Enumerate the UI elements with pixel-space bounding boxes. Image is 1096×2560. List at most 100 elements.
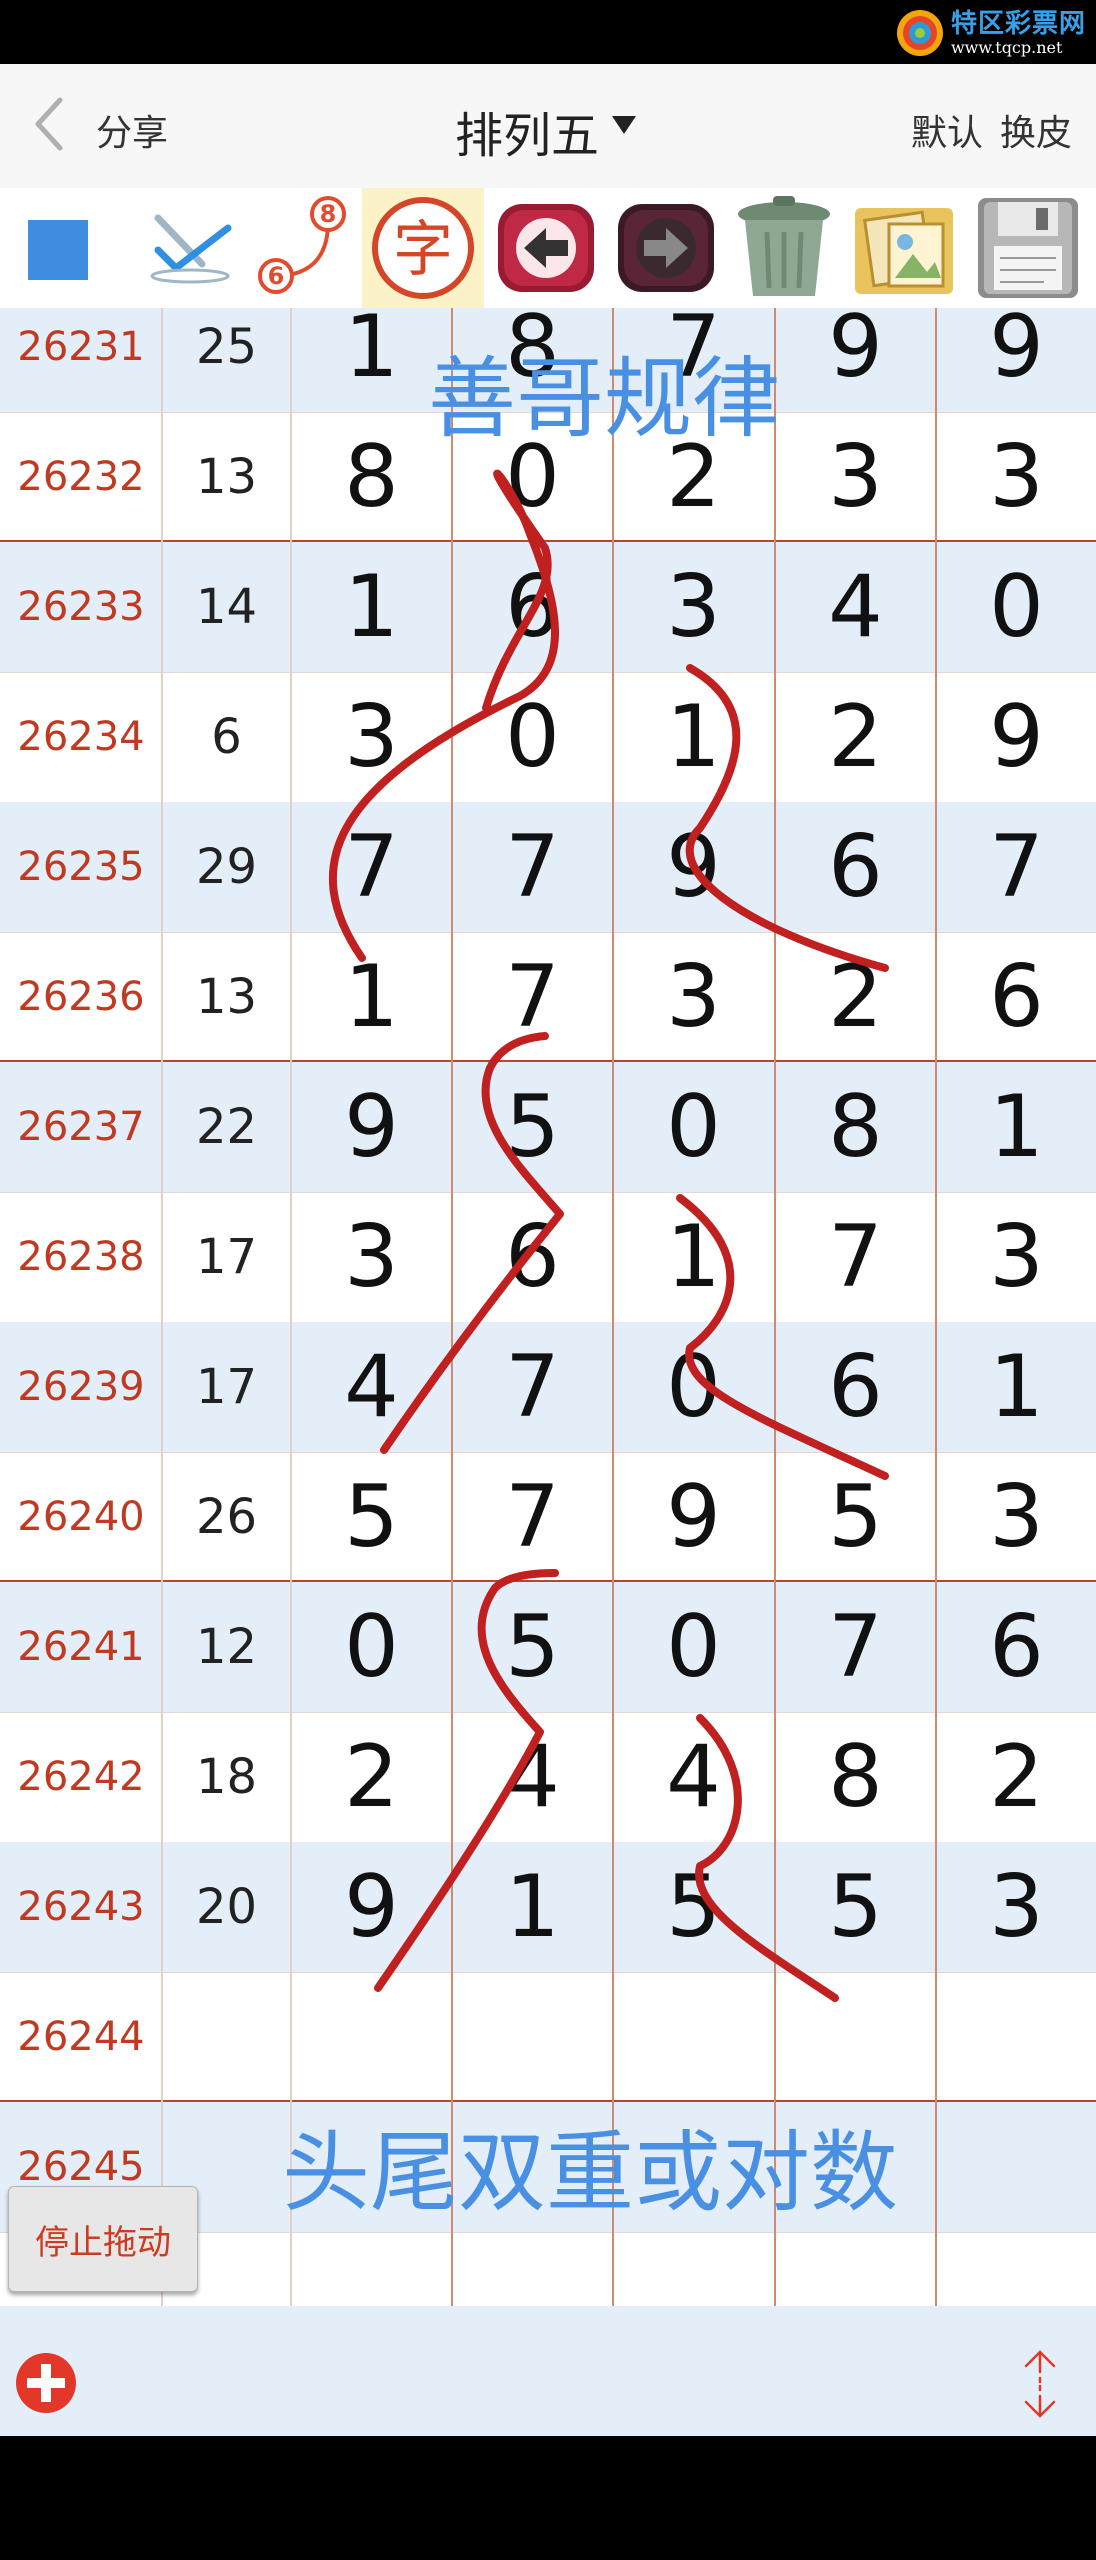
caret-down-icon[interactable] [612, 116, 636, 134]
digit-cell-1[interactable]: 1 [291, 932, 452, 1062]
photo-gallery-icon[interactable] [845, 188, 963, 308]
digit-cell-5[interactable] [936, 2102, 1096, 2232]
digit-cell-4[interactable]: 9 [775, 308, 936, 412]
digit-cell-4[interactable]: 7 [775, 1192, 936, 1322]
digit-cell-4[interactable]: 8 [775, 1712, 936, 1842]
digit-cell-5[interactable]: 7 [936, 802, 1096, 932]
digit-cell-2[interactable] [452, 2232, 613, 2306]
digit-cell-1[interactable]: 9 [291, 1062, 452, 1192]
digit-cell-5[interactable]: 6 [936, 932, 1096, 1062]
digit-cell-4[interactable]: 2 [775, 932, 936, 1062]
column-divider [161, 308, 163, 2306]
digit-cell-5[interactable]: 3 [936, 412, 1096, 542]
digit-cell-1[interactable] [291, 2232, 452, 2306]
digit-cell-4[interactable]: 8 [775, 1062, 936, 1192]
digit-cell-2[interactable]: 6 [452, 1192, 613, 1322]
digit-cell-2[interactable]: 5 [452, 1062, 613, 1192]
digit-cell-4[interactable]: 7 [775, 1582, 936, 1712]
digit-cell-5[interactable]: 3 [936, 1192, 1096, 1322]
digit-cell-2[interactable]: 4 [452, 1712, 613, 1842]
digit-cell-4[interactable]: 3 [775, 412, 936, 542]
digit-cell-5[interactable] [936, 1972, 1096, 2102]
digit-cell-3[interactable]: 9 [613, 802, 774, 932]
chevron-left-icon[interactable] [30, 94, 70, 154]
column-divider [612, 308, 614, 2306]
digit-cell-3[interactable] [613, 2232, 774, 2306]
digit-cell-5[interactable]: 9 [936, 672, 1096, 802]
digit-cell-5[interactable]: 3 [936, 1452, 1096, 1582]
digit-cell-3[interactable]: 0 [613, 1062, 774, 1192]
digit-cell-3[interactable]: 5 [613, 1842, 774, 1972]
system-nav-area [0, 2436, 1096, 2560]
redo-arrow-icon[interactable] [610, 188, 722, 308]
digit-cell-3[interactable] [613, 1972, 774, 2102]
digit-cell-3[interactable]: 0 [613, 1322, 774, 1452]
digit-cell-5[interactable]: 3 [936, 1842, 1096, 1972]
digit-cell-4[interactable]: 4 [775, 542, 936, 672]
issue-number: 26244 [17, 2014, 145, 2060]
digit-cell-4[interactable]: 6 [775, 802, 936, 932]
trash-bin-icon[interactable] [725, 188, 843, 308]
digit-cell-1[interactable]: 1 [291, 542, 452, 672]
digit-cell-4[interactable]: 6 [775, 1322, 936, 1452]
digit-cell-5[interactable] [936, 2232, 1096, 2306]
digit-cell-4[interactable] [775, 1972, 936, 2102]
undo-arrow-icon[interactable] [490, 188, 602, 308]
digit-cell-3[interactable]: 3 [613, 932, 774, 1062]
plus-circle-icon[interactable] [14, 2351, 78, 2415]
digit-cell-2[interactable]: 7 [452, 1452, 613, 1582]
digit-cell-1[interactable]: 7 [291, 802, 452, 932]
digit-cell-1[interactable]: 9 [291, 1842, 452, 1972]
digit-cell-2[interactable]: 1 [452, 1842, 613, 1972]
digit-cell-1[interactable]: 2 [291, 1712, 452, 1842]
site-logo: 特区彩票网 www.tqcp.net [895, 6, 1086, 60]
page-title[interactable]: 排列五 [455, 96, 599, 166]
digit-cell-3[interactable]: 1 [613, 1192, 774, 1322]
digit-cell-4[interactable] [775, 2232, 936, 2306]
digit-cell-5[interactable]: 6 [936, 1582, 1096, 1712]
digit-cell-5[interactable]: 1 [936, 1062, 1096, 1192]
digit-cell-1[interactable]: 3 [291, 672, 452, 802]
digit-cell-4[interactable]: 5 [775, 1452, 936, 1582]
digit-cell-2[interactable]: 7 [452, 932, 613, 1062]
digit-cell-2[interactable]: 0 [452, 672, 613, 802]
digit-cell-1[interactable]: 0 [291, 1582, 452, 1712]
blue-square-icon[interactable] [0, 188, 120, 308]
default-button[interactable]: 默认 [911, 104, 983, 156]
digit-cell-1[interactable]: 5 [291, 1452, 452, 1582]
connect-nodes-icon[interactable]: 8 6 [250, 188, 360, 308]
text-tool-char: 字 [393, 215, 453, 285]
vertical-scroll-icon[interactable] [1018, 2348, 1062, 2420]
digit-cell-3[interactable]: 4 [613, 1712, 774, 1842]
pen-checkmark-icon[interactable] [130, 188, 250, 308]
digit-cell-2[interactable]: 5 [452, 1582, 613, 1712]
table-row: 26243 20 9 1 5 5 3 [0, 1842, 1096, 1972]
digit-cell-3[interactable]: 9 [613, 1452, 774, 1582]
issue-number: 26238 [17, 1234, 145, 1280]
digit-cell-1[interactable]: 3 [291, 1192, 452, 1322]
note-bottom-text: 头尾双重或对数 [282, 2121, 899, 2224]
issue-number: 26231 [17, 324, 145, 370]
digit-cell-5[interactable]: 1 [936, 1322, 1096, 1452]
digit-cell-1[interactable]: 4 [291, 1322, 452, 1452]
text-character-icon[interactable]: 字 [362, 188, 484, 308]
change-skin-button[interactable]: 换皮 [1000, 104, 1072, 156]
digit-cell-2[interactable]: 6 [452, 542, 613, 672]
digit-cell-4[interactable]: 2 [775, 672, 936, 802]
lottery-grid[interactable]: 26231 25 1 8 7 9 9 26232 13 8 0 2 3 3 26233 14 1 6 3 4 0 2623… [0, 308, 1096, 2306]
digit-cell-2[interactable] [452, 1972, 613, 2102]
digit-sum: 13 [195, 969, 258, 1025]
digit-cell-2[interactable]: 7 [452, 1322, 613, 1452]
share-button[interactable]: 分享 [96, 104, 168, 156]
digit-cell-5[interactable]: 0 [936, 542, 1096, 672]
digit-cell-3[interactable]: 1 [613, 672, 774, 802]
digit-cell-5[interactable]: 2 [936, 1712, 1096, 1842]
floppy-disk-icon[interactable] [968, 188, 1088, 308]
digit-cell-1[interactable] [291, 1972, 452, 2102]
digit-cell-3[interactable]: 0 [613, 1582, 774, 1712]
stop-drag-button[interactable]: 停止拖动 [8, 2186, 198, 2292]
digit-cell-3[interactable]: 3 [613, 542, 774, 672]
digit-cell-2[interactable]: 7 [452, 802, 613, 932]
digit-cell-4[interactable]: 5 [775, 1842, 936, 1972]
digit-cell-5[interactable]: 9 [936, 308, 1096, 412]
